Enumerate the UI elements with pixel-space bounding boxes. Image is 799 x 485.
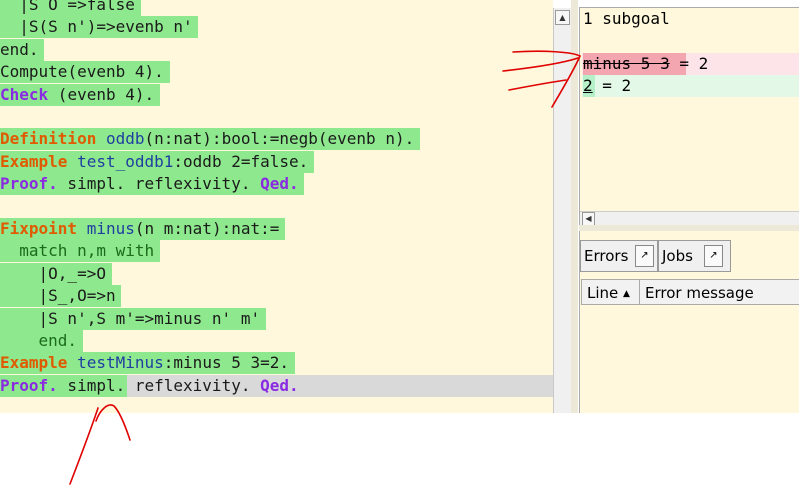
code-token: Example <box>0 151 68 171</box>
column-line-label: Line <box>587 284 619 302</box>
code-token: |S_,O=>n <box>0 286 116 306</box>
column-header-line[interactable]: Line ▲ <box>581 279 640 305</box>
code-token: Compute <box>0 62 68 82</box>
code-token: Proof. <box>0 174 58 194</box>
code-line[interactable]: |S(S n')=>evenb n' <box>0 16 193 38</box>
pane-divider[interactable] <box>571 0 578 413</box>
scroll-left-icon[interactable]: ◀ <box>582 212 595 226</box>
script-editor[interactable]: |S O =>false |S(S n')=>evenb n' end. Compu… <box>0 0 553 413</box>
arrow-stroke <box>69 407 99 485</box>
editor-vertical-scrollbar[interactable]: ▲ <box>553 8 572 413</box>
sort-ascending-icon: ▲ <box>623 289 630 299</box>
code-line[interactable]: |S_,O=>n <box>0 285 116 307</box>
current-goal-lhs: 2 <box>583 76 593 95</box>
code-token: Definition <box>0 129 97 149</box>
code-line[interactable]: Definition oddb(n:nat):bool:=negb(evenb … <box>0 128 414 150</box>
code-token: :minus 5 3=2. <box>163 353 290 373</box>
code-token: minus <box>86 219 135 238</box>
code-token: end. <box>0 331 78 350</box>
code-line[interactable]: Check (evenb 4). <box>0 84 154 106</box>
detach-icon[interactable]: ↗ <box>635 245 654 267</box>
scroll-up-icon[interactable]: ▲ <box>555 10 570 25</box>
code-token: :oddb 2=false. <box>173 151 309 171</box>
code-token: |S n',S m'=>minus n' m' <box>0 308 261 328</box>
code-token: |S(S n')=>evenb n' <box>0 17 193 37</box>
code-token: match n,m with <box>0 241 155 261</box>
removed-goal-rest: = 2 <box>669 54 709 73</box>
code-token: (n m:nat):nat:= <box>134 219 280 238</box>
code-token: Proof. <box>0 375 58 395</box>
code-token: |O,_=>O <box>0 263 106 283</box>
code-token: (evenb 4). <box>48 84 155 104</box>
code-line[interactable]: |S n',S m'=>minus n' m' <box>0 308 261 330</box>
messages-pane: Errors ↗ Jobs ↗ Line ▲ Error message <box>579 231 799 413</box>
code-token: simpl. reflexivity. <box>57 174 261 194</box>
code-line[interactable]: Fixpoint minus(n m:nat):nat:= <box>0 218 279 240</box>
detach-icon[interactable]: ↗ <box>704 245 723 267</box>
code-token: Fixpoint <box>0 219 78 238</box>
code-line[interactable]: end. <box>0 39 39 61</box>
code-line[interactable]: Proof. simpl. reflexivity. Qed. <box>0 375 299 397</box>
code-token: oddb <box>105 129 145 149</box>
code-token: end. <box>0 39 39 59</box>
code-line[interactable]: Compute(evenb 4). <box>0 61 164 83</box>
tab-jobs[interactable]: Jobs ↗ <box>658 240 731 272</box>
current-goal-rest: = 2 <box>592 76 632 95</box>
code-line[interactable]: |O,_=>O <box>0 263 106 285</box>
goals-horizontal-scrollbar[interactable]: ◀ <box>580 211 799 226</box>
tab-errors-label: Errors <box>584 247 629 265</box>
code-token: Qed. <box>260 174 299 194</box>
code-line[interactable]: |S O =>false <box>0 0 135 16</box>
removed-goal: minus 5 3 = 2 <box>583 53 708 75</box>
code-token: simpl. <box>57 375 126 395</box>
code-token: (evenb 4). <box>67 62 164 82</box>
code-line[interactable]: Example testMinus:minus 5 3=2. <box>0 352 289 374</box>
code-token: testMinus <box>77 353 164 373</box>
code-token: Example <box>0 353 68 373</box>
code-line[interactable]: end. <box>0 330 78 352</box>
tab-jobs-label: Jobs <box>662 247 693 265</box>
code-token: |S O =>false <box>0 0 135 14</box>
goals-pane: 1 subgoal minus 5 3 = 2 2 = 2 ◀ <box>579 7 799 226</box>
column-message-label: Error message <box>645 284 754 302</box>
code-token: test_oddb1 <box>77 151 174 171</box>
code-token: (n:nat):bool:=negb(evenb n). <box>144 129 415 149</box>
removed-goal-term: minus 5 3 <box>583 54 670 73</box>
current-goal: 2 = 2 <box>583 75 631 97</box>
tab-errors[interactable]: Errors ↗ <box>580 240 658 272</box>
code-token: Check <box>0 84 49 104</box>
code-line[interactable]: Proof. simpl. reflexivity. Qed. <box>0 173 299 195</box>
goals-header: 1 subgoal <box>583 9 670 28</box>
code-line[interactable]: match n,m with <box>0 240 154 262</box>
code-token: Qed. <box>260 375 299 395</box>
code-line[interactable]: Example test_oddb1:oddb 2=false. <box>0 151 308 173</box>
column-header-error-message[interactable]: Error message <box>639 279 799 305</box>
code-token: reflexivity. <box>125 375 261 395</box>
